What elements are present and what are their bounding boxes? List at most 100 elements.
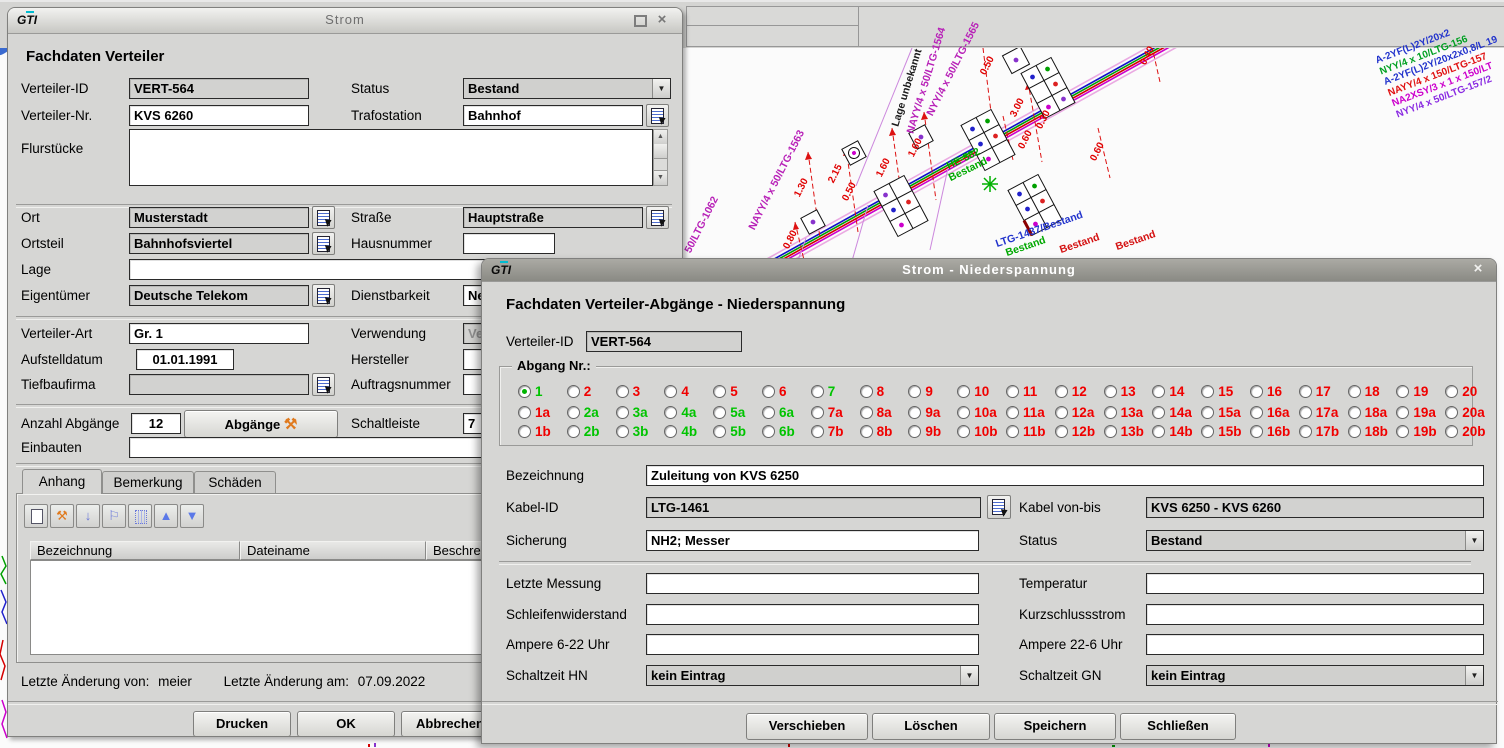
trafostation-field[interactable] <box>463 105 643 126</box>
radio-icon[interactable] <box>1152 425 1165 438</box>
abgang-radio-17a[interactable]: 17a <box>1299 404 1339 418</box>
abgang-radio-12[interactable]: 12 <box>1055 383 1087 397</box>
abgang-radio-5b[interactable]: 5b <box>713 423 746 437</box>
flurstuecke-scrollbar[interactable]: ▲ ▼ <box>653 129 668 186</box>
column-header-bezeichnung[interactable]: Bezeichnung <box>30 541 240 560</box>
delete-attachment-button[interactable] <box>128 504 152 528</box>
radio-icon[interactable] <box>1055 425 1068 438</box>
tab-anhang[interactable]: Anhang <box>22 469 102 494</box>
radio-icon[interactable] <box>908 406 921 419</box>
scroll-up-icon[interactable]: ▲ <box>654 130 667 145</box>
abgang-radio-15a[interactable]: 15a <box>1201 404 1241 418</box>
abgang-radio-20[interactable]: 20 <box>1445 383 1477 397</box>
ortsteil-picker-button[interactable] <box>312 232 335 255</box>
chevron-down-icon[interactable]: ▼ <box>652 79 670 98</box>
abgang-radio-1a[interactable]: 1a <box>518 404 550 418</box>
radio-icon[interactable] <box>1055 385 1068 398</box>
chevron-down-icon[interactable]: ▼ <box>960 666 978 685</box>
radio-icon[interactable] <box>567 406 580 419</box>
radio-icon[interactable] <box>664 425 677 438</box>
tiefbaufirma-field[interactable] <box>129 374 309 395</box>
flag-attachment-button[interactable]: ⚐ <box>102 504 126 528</box>
radio-icon[interactable] <box>1348 406 1361 419</box>
radio-icon[interactable] <box>1348 425 1361 438</box>
edit-attachment-button[interactable]: ⚒ <box>50 504 74 528</box>
abgang-radio-1b[interactable]: 1b <box>518 423 551 437</box>
abgang-radio-4[interactable]: 4 <box>664 383 689 397</box>
abgang-radio-14b[interactable]: 14b <box>1152 423 1192 437</box>
schleifenwiderstand-field[interactable] <box>646 604 979 625</box>
radio-icon[interactable] <box>1152 385 1165 398</box>
verteiler-id-field[interactable] <box>129 78 309 99</box>
move-down-button[interactable]: ▼ <box>180 504 204 528</box>
radio-icon[interactable] <box>1250 406 1263 419</box>
abgang-radio-6[interactable]: 6 <box>762 383 787 397</box>
abgang-radio-3a[interactable]: 3a <box>616 404 648 418</box>
abgang-radio-20b[interactable]: 20b <box>1445 423 1485 437</box>
ampere-22-6-field[interactable] <box>1146 634 1484 655</box>
radio-icon[interactable] <box>860 425 873 438</box>
aufstelldatum-field[interactable] <box>136 349 234 370</box>
abgang-radio-17b[interactable]: 17b <box>1299 423 1339 437</box>
radio-icon[interactable] <box>1201 425 1214 438</box>
status-dropdown[interactable]: Bestand ▼ <box>463 78 671 99</box>
abgang-radio-10a[interactable]: 10a <box>957 404 997 418</box>
abgang-radio-7a[interactable]: 7a <box>811 404 843 418</box>
abgang-radio-2b[interactable]: 2b <box>567 423 600 437</box>
radio-icon[interactable] <box>518 406 531 419</box>
abgang-radio-19[interactable]: 19 <box>1396 383 1428 397</box>
abgang-radio-11a[interactable]: 11a <box>1006 404 1045 418</box>
radio-icon[interactable] <box>1299 425 1312 438</box>
abgang-radio-8a[interactable]: 8a <box>860 404 892 418</box>
scroll-down-icon[interactable]: ▼ <box>654 170 667 185</box>
radio-icon[interactable] <box>860 406 873 419</box>
eigentuemer-picker-button[interactable] <box>312 284 335 307</box>
radio-icon[interactable] <box>1396 406 1409 419</box>
window-strom-titlebar[interactable]: GTI Strom × <box>8 8 682 34</box>
abgang-radio-2a[interactable]: 2a <box>567 404 599 418</box>
abgang-radio-10b[interactable]: 10b <box>957 423 997 437</box>
radio-icon[interactable] <box>1152 406 1165 419</box>
abgang-radio-12a[interactable]: 12a <box>1055 404 1095 418</box>
abgang-radio-8b[interactable]: 8b <box>860 423 893 437</box>
abgang-radio-9a[interactable]: 9a <box>908 404 940 418</box>
verteiler-art-field[interactable] <box>129 323 309 344</box>
ort-picker-button[interactable] <box>312 206 335 229</box>
abgang-radio-18[interactable]: 18 <box>1348 383 1380 397</box>
sicherung-field[interactable] <box>646 530 979 551</box>
radio-icon[interactable] <box>616 406 629 419</box>
radio-icon[interactable] <box>811 385 824 398</box>
radio-icon[interactable] <box>957 406 970 419</box>
abgang-radio-11b[interactable]: 11b <box>1006 423 1046 437</box>
radio-icon[interactable] <box>762 385 775 398</box>
abgang-radio-13b[interactable]: 13b <box>1104 423 1144 437</box>
radio-icon[interactable] <box>1250 385 1263 398</box>
radio-icon[interactable] <box>860 385 873 398</box>
eigentuemer-field[interactable] <box>129 285 309 306</box>
radio-icon[interactable] <box>762 406 775 419</box>
move-up-button[interactable]: ▲ <box>154 504 178 528</box>
radio-icon[interactable] <box>518 425 531 438</box>
radio-icon[interactable] <box>957 425 970 438</box>
abgang-radio-8[interactable]: 8 <box>860 383 885 397</box>
bezeichnung-field[interactable] <box>646 465 1484 486</box>
window-niederspannung-titlebar[interactable]: GTI Strom - Niederspannung × <box>482 259 1496 282</box>
speichern-button[interactable]: Speichern <box>994 713 1116 740</box>
radio-icon[interactable] <box>518 385 531 398</box>
radio-icon[interactable] <box>1104 385 1117 398</box>
abgang-radio-15[interactable]: 15 <box>1201 383 1233 397</box>
strasse-picker-button[interactable] <box>646 206 669 229</box>
schaltzeit-gn-dropdown[interactable]: kein Eintrag ▼ <box>1146 665 1484 686</box>
kabel-id-field[interactable] <box>646 497 981 518</box>
anzahl-abgaenge-field[interactable] <box>131 413 181 434</box>
trafostation-picker-button[interactable] <box>646 104 669 127</box>
radio-icon[interactable] <box>1006 385 1019 398</box>
abgang-radio-9[interactable]: 9 <box>908 383 933 397</box>
kabel-von-bis-field[interactable] <box>1146 497 1484 518</box>
abgang-radio-14a[interactable]: 14a <box>1152 404 1192 418</box>
abgang-radio-7[interactable]: 7 <box>811 383 836 397</box>
tab-bemerkung[interactable]: Bemerkung <box>102 471 194 494</box>
abgang-radio-18a[interactable]: 18a <box>1348 404 1388 418</box>
radio-icon[interactable] <box>713 425 726 438</box>
hausnummer-field[interactable] <box>463 233 555 254</box>
